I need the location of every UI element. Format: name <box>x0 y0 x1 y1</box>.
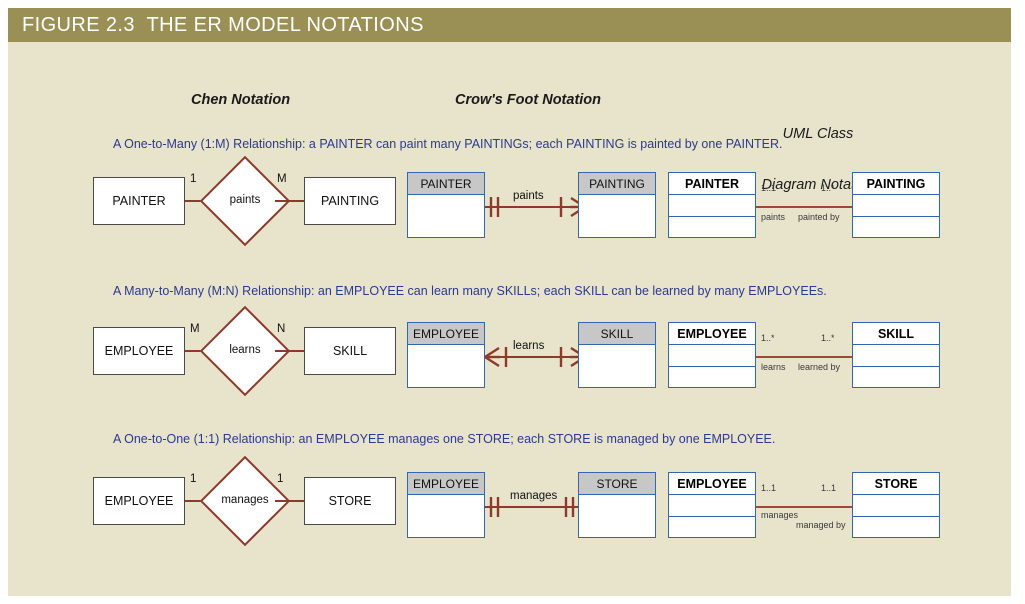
chen-cardinality-right-row3: 1 <box>277 473 284 485</box>
crowsfoot-entity-left-row2: EMPLOYEE <box>407 322 485 388</box>
uml-association-row3 <box>756 506 852 508</box>
chen-cardinality-left-row1: 1 <box>190 173 197 185</box>
chen-entity-left-row3: EMPLOYEE <box>93 477 185 525</box>
uml-role-left-row1: paints <box>761 212 786 222</box>
crowsfoot-entity-left-row3: EMPLOYEE <box>407 472 485 538</box>
crowsfoot-entity-right-name-row3: STORE <box>579 473 655 495</box>
uml-class-left-name-row3: EMPLOYEE <box>669 473 755 495</box>
uml-role-right-row3: managed by <box>796 520 846 530</box>
uml-role-left-row2: learns <box>761 362 786 372</box>
figure-canvas: Chen Notation Crow's Foot Notation UML C… <box>8 42 1011 596</box>
crowsfoot-entity-left-name-row3: EMPLOYEE <box>408 473 484 495</box>
crowsfoot-relationship-label-row3: manages <box>510 490 558 502</box>
uml-attribute-compartment <box>669 195 755 217</box>
column-heading-chen: Chen Notation <box>191 92 291 108</box>
uml-class-right-row2: SKILL <box>852 322 940 388</box>
uml-multiplicity-right-row2: 1..* <box>821 333 835 343</box>
uml-class-left-row3: EMPLOYEE <box>668 472 756 538</box>
row-description-one-to-one: A One-to-One (1:1) Relationship: an EMPL… <box>113 432 776 446</box>
uml-multiplicity-left-row2: 1..* <box>761 333 775 343</box>
uml-multiplicity-left-row1: 1..1 <box>761 183 777 193</box>
chen-cardinality-left-row3: 1 <box>190 473 197 485</box>
uml-attribute-compartment <box>669 495 755 517</box>
crowsfoot-relationship-label-row2: learns <box>513 340 545 352</box>
uml-multiplicity-left-row3: 1..1 <box>761 483 777 493</box>
crowsfoot-symbol-left-row3 <box>489 497 500 517</box>
uml-multiplicity-right-row1: 1..* <box>821 183 835 193</box>
uml-role-left-row3: manages <box>761 510 799 520</box>
chen-cardinality-right-row1: M <box>277 173 287 185</box>
uml-operation-compartment <box>669 517 755 538</box>
crowsfoot-entity-right-row1: PAINTING <box>578 172 656 238</box>
chen-connector-right-row1 <box>275 200 306 203</box>
uml-attribute-compartment <box>853 195 939 217</box>
chen-cardinality-right-row2: N <box>277 323 286 335</box>
uml-attribute-compartment <box>853 345 939 367</box>
uml-attribute-compartment <box>669 345 755 367</box>
chen-connector-right-row2 <box>275 350 306 353</box>
uml-association-row1 <box>756 206 852 208</box>
crowsfoot-entity-left-row1: PAINTER <box>407 172 485 238</box>
uml-role-right-row2: learned by <box>798 362 841 372</box>
uml-class-left-name-row1: PAINTER <box>669 173 755 195</box>
uml-operation-compartment <box>669 217 755 238</box>
uml-class-right-row3: STORE <box>852 472 940 538</box>
crowsfoot-symbol-left-row1 <box>489 197 500 217</box>
crowsfoot-entity-right-name-row2: SKILL <box>579 323 655 345</box>
figure-title-bar: FIGURE 2.3 THE ER MODEL NOTATIONS <box>8 8 1011 42</box>
crowsfoot-entity-left-name-row2: EMPLOYEE <box>408 323 484 345</box>
uml-class-right-name-row1: PAINTING <box>853 173 939 195</box>
crowsfoot-entity-right-row3: STORE <box>578 472 656 538</box>
uml-class-right-row1: PAINTING <box>852 172 940 238</box>
uml-role-right-row1: painted by <box>798 212 840 222</box>
uml-operation-compartment <box>853 217 939 238</box>
chen-entity-right-row2: SKILL <box>304 327 396 375</box>
crowsfoot-entity-right-row2: SKILL <box>578 322 656 388</box>
chen-relationship-label-row1: paints <box>229 194 261 206</box>
figure-page: FIGURE 2.3 THE ER MODEL NOTATIONS Chen N… <box>0 0 1025 604</box>
chen-relationship-label-row2: learns <box>229 344 261 356</box>
chen-entity-left-row2: EMPLOYEE <box>93 327 185 375</box>
row-description-one-to-many: A One-to-Many (1:M) Relationship: a PAIN… <box>113 137 783 151</box>
chen-entity-left-row1: PAINTER <box>93 177 185 225</box>
uml-association-row2 <box>756 356 852 358</box>
uml-class-left-name-row2: EMPLOYEE <box>669 323 755 345</box>
chen-relationship-label-row3: manages <box>221 494 269 506</box>
uml-class-left-row1: PAINTER <box>668 172 756 238</box>
uml-operation-compartment <box>853 367 939 388</box>
uml-operation-compartment <box>669 367 755 388</box>
uml-class-right-name-row3: STORE <box>853 473 939 495</box>
chen-entity-right-row1: PAINTING <box>304 177 396 225</box>
chen-connector-right-row3 <box>275 500 306 503</box>
uml-class-left-row2: EMPLOYEE <box>668 322 756 388</box>
uml-class-right-name-row2: SKILL <box>853 323 939 345</box>
row-description-many-to-many: A Many-to-Many (M:N) Relationship: an EM… <box>113 284 827 298</box>
crowsfoot-symbol-left-row2 <box>484 346 508 368</box>
uml-attribute-compartment <box>853 495 939 517</box>
uml-multiplicity-right-row3: 1..1 <box>821 483 837 493</box>
crowsfoot-relationship-label-row1: paints <box>513 190 544 202</box>
figure-title: FIGURE 2.3 THE ER MODEL NOTATIONS <box>22 13 424 36</box>
crowsfoot-entity-left-name-row1: PAINTER <box>408 173 484 195</box>
chen-cardinality-left-row2: M <box>190 323 200 335</box>
uml-operation-compartment <box>853 517 939 538</box>
column-heading-crowsfoot: Crow's Foot Notation <box>455 92 602 108</box>
chen-entity-right-row3: STORE <box>304 477 396 525</box>
crowsfoot-entity-right-name-row1: PAINTING <box>579 173 655 195</box>
